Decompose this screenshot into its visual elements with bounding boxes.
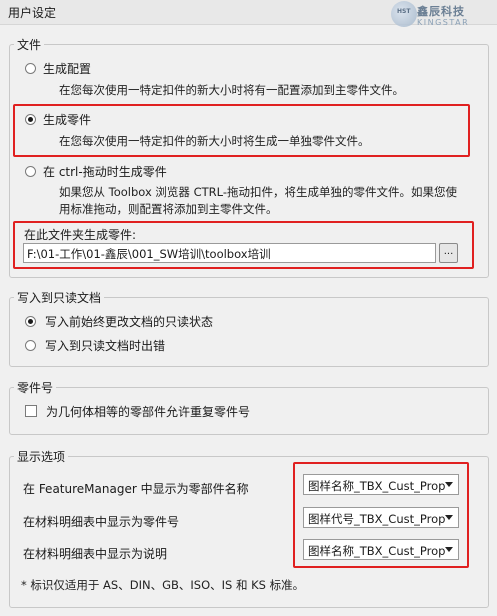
logo-badge-text: HST — [397, 8, 411, 15]
browse-folder-button[interactable]: ... — [439, 243, 458, 263]
generate-config-desc: 在您每次使用一特定扣件的新大小时将有一配置添加到主零件文件。 — [59, 83, 404, 97]
ctrl-drag-desc-line1: 如果您从 Toolbox 浏览器 CTRL-拖动扣件，将生成单独的零件文件。如果… — [59, 185, 457, 199]
window-title: 用户设定 — [8, 6, 57, 20]
chevron-down-icon — [445, 482, 453, 487]
chevron-down-icon — [445, 515, 453, 520]
folder-path-value: F:\01-工作\01-鑫辰\001_SW培训\toolbox培训 — [27, 247, 271, 261]
bom-partnum-value: 图样代号_TBX_Cust_Prop — [308, 512, 446, 526]
folder-path-input[interactable]: F:\01-工作\01-鑫辰\001_SW培训\toolbox培训 — [23, 243, 436, 263]
always-change-readonly-radio[interactable] — [25, 316, 36, 327]
generate-part-label[interactable]: 生成零件 — [43, 111, 91, 128]
featuremanager-name-label: 在 FeatureManager 中显示为零部件名称 — [23, 482, 249, 496]
generate-part-radio[interactable] — [25, 114, 36, 125]
allow-duplicate-partnum-checkbox[interactable] — [25, 405, 37, 417]
logo-chinese-name: 鑫辰科技 — [417, 5, 465, 18]
generate-config-radio[interactable] — [25, 63, 36, 74]
featuremanager-name-select[interactable]: 图样名称_TBX_Cust_Prop — [303, 474, 459, 495]
bom-description-label: 在材料明细表中显示为说明 — [23, 547, 168, 561]
readonly-group-legend: 写入到只读文档 — [17, 291, 102, 305]
file-group-legend: 文件 — [17, 38, 42, 52]
partnum-group-legend: 零件号 — [17, 381, 54, 395]
always-change-readonly-label[interactable]: 写入前始终更改文档的只读状态 — [45, 313, 213, 330]
ctrl-drag-label[interactable]: 在 ctrl-拖动时生成零件 — [43, 163, 167, 180]
featuremanager-name-value: 图样名称_TBX_Cust_Prop — [308, 479, 446, 493]
bom-description-value: 图样名称_TBX_Cust_Prop — [308, 544, 446, 558]
bom-partnum-select[interactable]: 图样代号_TBX_Cust_Prop — [303, 507, 459, 528]
kingstar-logo: HST 鑫辰科技 KINGSTAR — [391, 0, 491, 34]
browse-button-label: ... — [443, 246, 454, 257]
allow-duplicate-partnum-label[interactable]: 为几何体相等的零部件允许重复零件号 — [46, 403, 250, 420]
standards-footnote: * 标识仅适用于 AS、DIN、GB、ISO、IS 和 KS 标准。 — [21, 578, 305, 592]
bom-description-select[interactable]: 图样名称_TBX_Cust_Prop — [303, 539, 459, 560]
folder-label: 在此文件夹生成零件: — [24, 228, 137, 242]
display-group-legend: 显示选项 — [17, 450, 66, 464]
bom-partnum-label: 在材料明细表中显示为零件号 — [23, 515, 180, 529]
generate-part-desc: 在您每次使用一特定扣件的新大小时将生成一单独零件文件。 — [59, 134, 370, 148]
ctrl-drag-radio[interactable] — [25, 166, 36, 177]
readonly-error-label[interactable]: 写入到只读文档时出错 — [45, 337, 165, 354]
ctrl-drag-desc-line2: 用标准拖动，则配置将添加到主零件文件。 — [59, 202, 278, 216]
logo-english-name: KINGSTAR — [417, 18, 470, 27]
generate-config-label[interactable]: 生成配置 — [43, 60, 91, 77]
readonly-error-radio[interactable] — [25, 340, 36, 351]
chevron-down-icon — [445, 547, 453, 552]
